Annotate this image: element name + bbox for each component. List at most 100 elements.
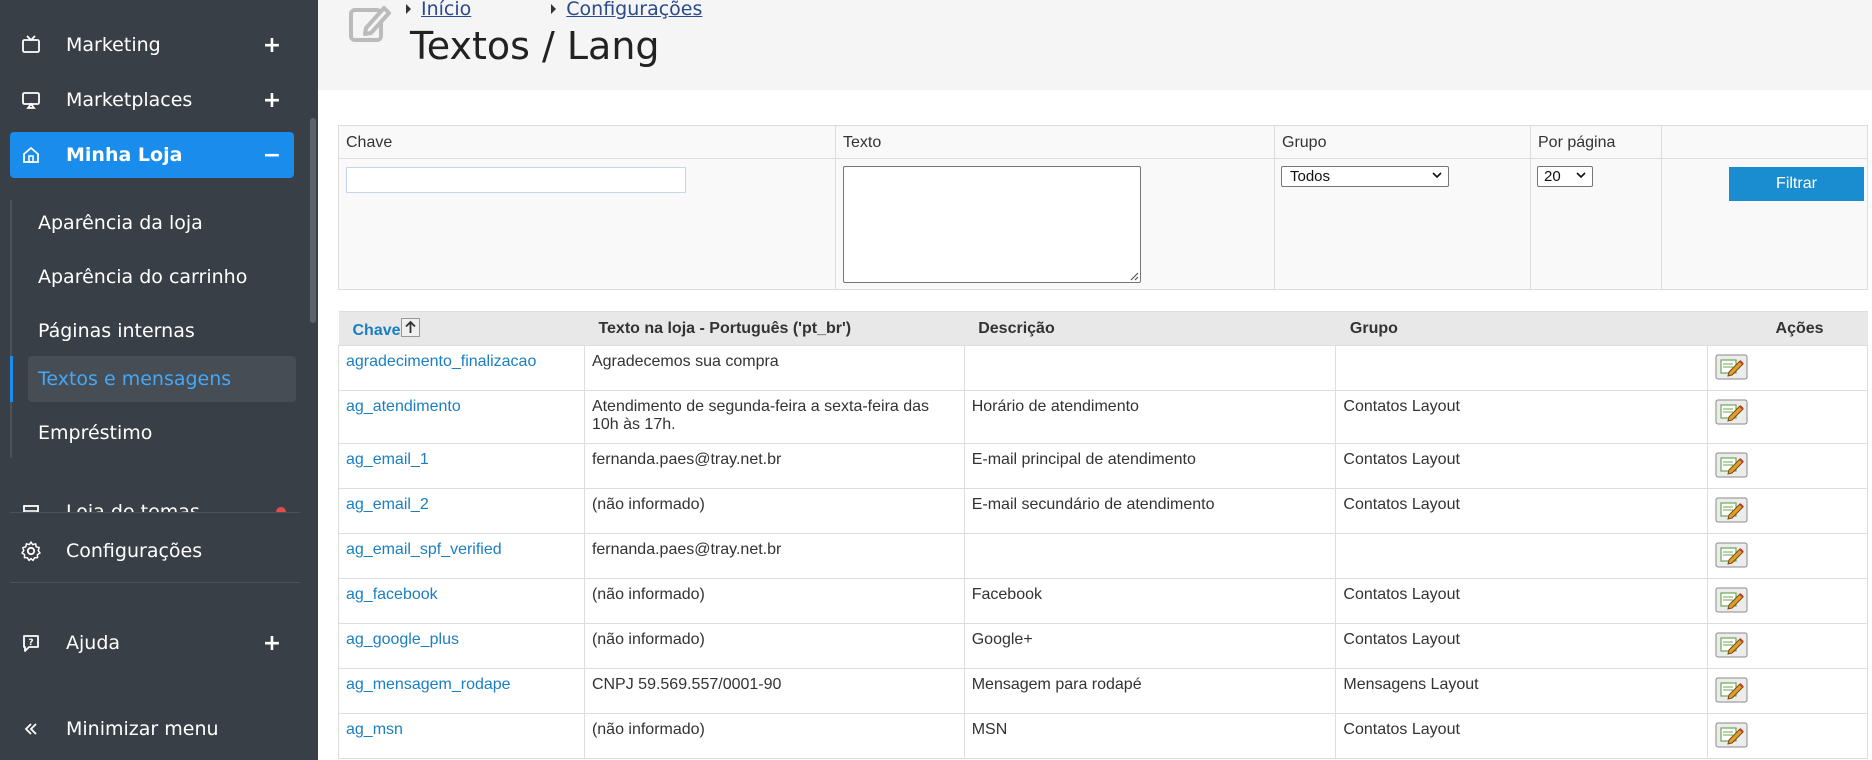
collapse-icon[interactable]: −: [262, 143, 282, 168]
submenu-item-emprestimo[interactable]: Empréstimo: [28, 410, 296, 456]
edit-icon[interactable]: [1715, 542, 1748, 568]
caret-right-icon: [406, 4, 411, 14]
filter-col-grupo: Grupo Todos: [1275, 126, 1531, 289]
cell-texto: (não informado): [583, 578, 965, 624]
resize-grip-icon[interactable]: [1129, 271, 1139, 281]
sidebar-item-marketplaces[interactable]: Marketplaces +: [10, 77, 294, 123]
filter-col-chave: Chave: [339, 126, 836, 289]
column-header-acoes: Ações: [1707, 311, 1868, 346]
sidebar-item-configuracoes[interactable]: Configurações: [10, 528, 294, 574]
sidebar-scrollbar[interactable]: [310, 118, 316, 323]
sidebar-item-minha-loja[interactable]: Minha Loja −: [10, 132, 294, 178]
sidebar-item-loja-de-temas[interactable]: Loja de temas: [10, 489, 294, 512]
cell-chave[interactable]: ag_atendimento: [338, 390, 585, 444]
edit-icon[interactable]: [1715, 497, 1748, 523]
breadcrumb-link-configuracoes[interactable]: Configurações: [566, 0, 702, 20]
edit-icon[interactable]: [1715, 354, 1748, 380]
cell-descricao: Facebook: [963, 578, 1337, 624]
cell-acoes: [1707, 533, 1868, 579]
cell-descricao: MSN: [963, 713, 1337, 759]
caret-right-icon: [551, 4, 557, 14]
expand-icon[interactable]: +: [262, 33, 282, 58]
svg-text:?: ?: [28, 638, 33, 648]
por-pagina-select-value: 20: [1544, 168, 1561, 185]
cell-texto: CNPJ 59.569.557/0001-90: [583, 668, 965, 714]
cell-grupo: [1335, 345, 1709, 391]
cell-chave[interactable]: ag_mensagem_rodape: [338, 668, 585, 714]
cell-acoes: [1707, 578, 1868, 624]
filter-label-empty: [1662, 126, 1867, 159]
por-pagina-select[interactable]: 20: [1537, 166, 1593, 187]
gear-icon: [20, 540, 42, 562]
submenu-item-label: Empréstimo: [38, 422, 153, 444]
column-header-chave[interactable]: Chave: [338, 311, 585, 346]
cell-chave[interactable]: ag_google_plus: [338, 623, 585, 669]
table-row: ag_atendimento Atendimento de segunda-fei…: [338, 390, 1868, 444]
sort-ascending-icon[interactable]: [400, 317, 420, 337]
cell-texto: fernanda.paes@tray.net.br: [583, 443, 965, 489]
cell-chave[interactable]: ag_msn: [338, 713, 585, 759]
submenu-item-label: Textos e mensagens: [38, 368, 232, 390]
edit-icon[interactable]: [1715, 452, 1748, 478]
filter-label-texto: Texto: [836, 126, 1274, 159]
help-chat-icon: ?: [20, 632, 42, 654]
cell-grupo: Contatos Layout: [1335, 578, 1709, 624]
breadcrumb-link-inicio[interactable]: Início: [421, 0, 471, 20]
cell-grupo: [1335, 533, 1709, 579]
minimize-menu-button[interactable]: Minimizar menu: [10, 706, 294, 752]
submenu-item-textos-mensagens[interactable]: Textos e mensagens: [28, 356, 296, 402]
breadcrumb-item: Início: [406, 0, 471, 20]
table-row: ag_mensagem_rodape CNPJ 59.569.557/0001-9…: [338, 668, 1868, 714]
cell-descricao: E-mail principal de atendimento: [963, 443, 1337, 489]
active-indicator: [10, 356, 13, 402]
sidebar: Marketing + Marketplaces + Minha Loja − …: [0, 0, 318, 760]
sidebar-item-ajuda[interactable]: ? Ajuda +: [10, 620, 294, 666]
sidebar-item-label: Marketing: [66, 34, 161, 56]
cell-acoes: [1707, 623, 1868, 669]
filtrar-button[interactable]: Filtrar: [1729, 167, 1864, 201]
cell-texto: (não informado): [583, 713, 965, 759]
grupo-select[interactable]: Todos: [1281, 166, 1449, 187]
table-body: agradecimento_finalizacao Agradecemos sua…: [338, 345, 1868, 759]
edit-icon[interactable]: [1715, 399, 1748, 425]
sidebar-item-label: Configurações: [66, 540, 203, 562]
cell-descricao: [963, 533, 1337, 579]
edit-icon[interactable]: [1715, 632, 1748, 658]
table-row: ag_email_1 fernanda.paes@tray.net.br E-mai…: [338, 443, 1868, 489]
minha-loja-submenu: Aparência da loja Aparência do carrinho …: [10, 200, 296, 458]
sidebar-item-marketing[interactable]: Marketing +: [10, 22, 294, 68]
page-title: Textos / Lang: [410, 24, 660, 68]
home-icon: [20, 144, 42, 166]
cell-chave[interactable]: ag_email_2: [338, 488, 585, 534]
column-header-descricao: Descrição: [964, 311, 1336, 346]
submenu-item-aparencia-carrinho[interactable]: Aparência do carrinho: [28, 254, 296, 300]
cell-grupo: Contatos Layout: [1335, 390, 1709, 444]
column-header-label: Chave: [352, 321, 401, 339]
texts-table: Chave Texto na loja - Português ('pt_br'…: [338, 311, 1868, 759]
filter-label-por-pagina: Por página: [1531, 126, 1661, 159]
cell-chave[interactable]: ag_email_spf_verified: [338, 533, 585, 579]
sidebar-item-label: Marketplaces: [66, 89, 193, 111]
expand-icon[interactable]: +: [262, 631, 282, 656]
cell-acoes: [1707, 713, 1868, 759]
table-row: ag_email_spf_verified fernanda.paes@tray.…: [338, 533, 1868, 579]
table-row: ag_google_plus (não informado) Google+ Cont…: [338, 623, 1868, 669]
cell-texto: Agradecemos sua compra: [583, 345, 965, 391]
page-header: Início Configurações Textos / Lang: [318, 0, 1872, 90]
breadcrumb-item: Configurações: [551, 0, 702, 20]
cell-chave[interactable]: ag_email_1: [338, 443, 585, 489]
submenu-item-paginas-internas[interactable]: Páginas internas: [28, 308, 296, 354]
submenu-item-aparencia-loja[interactable]: Aparência da loja: [28, 200, 296, 246]
cell-acoes: [1707, 390, 1868, 444]
edit-icon[interactable]: [1715, 587, 1748, 613]
texto-textarea[interactable]: [843, 166, 1141, 283]
cell-acoes: [1707, 488, 1868, 534]
cell-chave[interactable]: agradecimento_finalizacao: [338, 345, 585, 391]
cell-chave[interactable]: ag_facebook: [338, 578, 585, 624]
table-row: ag_email_2 (não informado) E-mail secundár…: [338, 488, 1868, 534]
expand-icon[interactable]: +: [262, 88, 282, 113]
edit-icon[interactable]: [1715, 722, 1748, 748]
edit-icon[interactable]: [1715, 677, 1748, 703]
chevron-down-icon: [1576, 172, 1586, 179]
chave-input[interactable]: [346, 167, 686, 193]
